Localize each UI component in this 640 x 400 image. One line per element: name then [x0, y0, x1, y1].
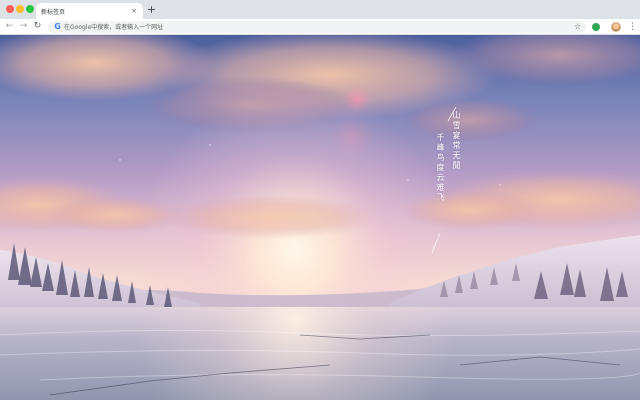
reload-icon[interactable]: ↻ — [32, 21, 43, 32]
new-tab-page: 山雪宴常无閒 千峰鸟度云难飞 — [0, 35, 640, 400]
extension-icon[interactable] — [592, 23, 600, 31]
google-icon: G — [54, 22, 61, 31]
new-tab-button[interactable]: + — [146, 4, 157, 15]
wallpaper-poem: 山雪宴常无閒 千峰鸟度云难飞 — [428, 107, 462, 257]
window-minimize-button[interactable] — [16, 5, 24, 13]
browser-toolbar: ← → ↻ G ☆ ⋮ — [0, 19, 640, 35]
forward-arrow-icon[interactable]: → — [18, 21, 29, 32]
wallpaper-image — [0, 35, 640, 400]
browser-menu-icon[interactable]: ⋮ — [628, 21, 637, 33]
poem-line-2: 千峰鸟度云难飞 — [436, 133, 445, 203]
address-input[interactable] — [64, 21, 544, 33]
window-close-button[interactable] — [6, 5, 14, 13]
tab-close-icon[interactable]: × — [130, 7, 138, 15]
poem-line-1: 山雪宴常无閒 — [452, 111, 461, 171]
address-bar[interactable]: G ☆ — [48, 21, 586, 33]
tab-title: 新标签页 — [41, 8, 66, 16]
back-arrow-icon[interactable]: ← — [4, 21, 15, 32]
window-maximize-button[interactable] — [26, 5, 34, 13]
profile-avatar[interactable] — [611, 22, 621, 32]
tab-new-tab[interactable]: 新标签页 × — [36, 3, 143, 19]
bookmark-star-icon[interactable]: ☆ — [574, 22, 581, 32]
tab-strip: 新标签页 × + — [0, 0, 640, 19]
